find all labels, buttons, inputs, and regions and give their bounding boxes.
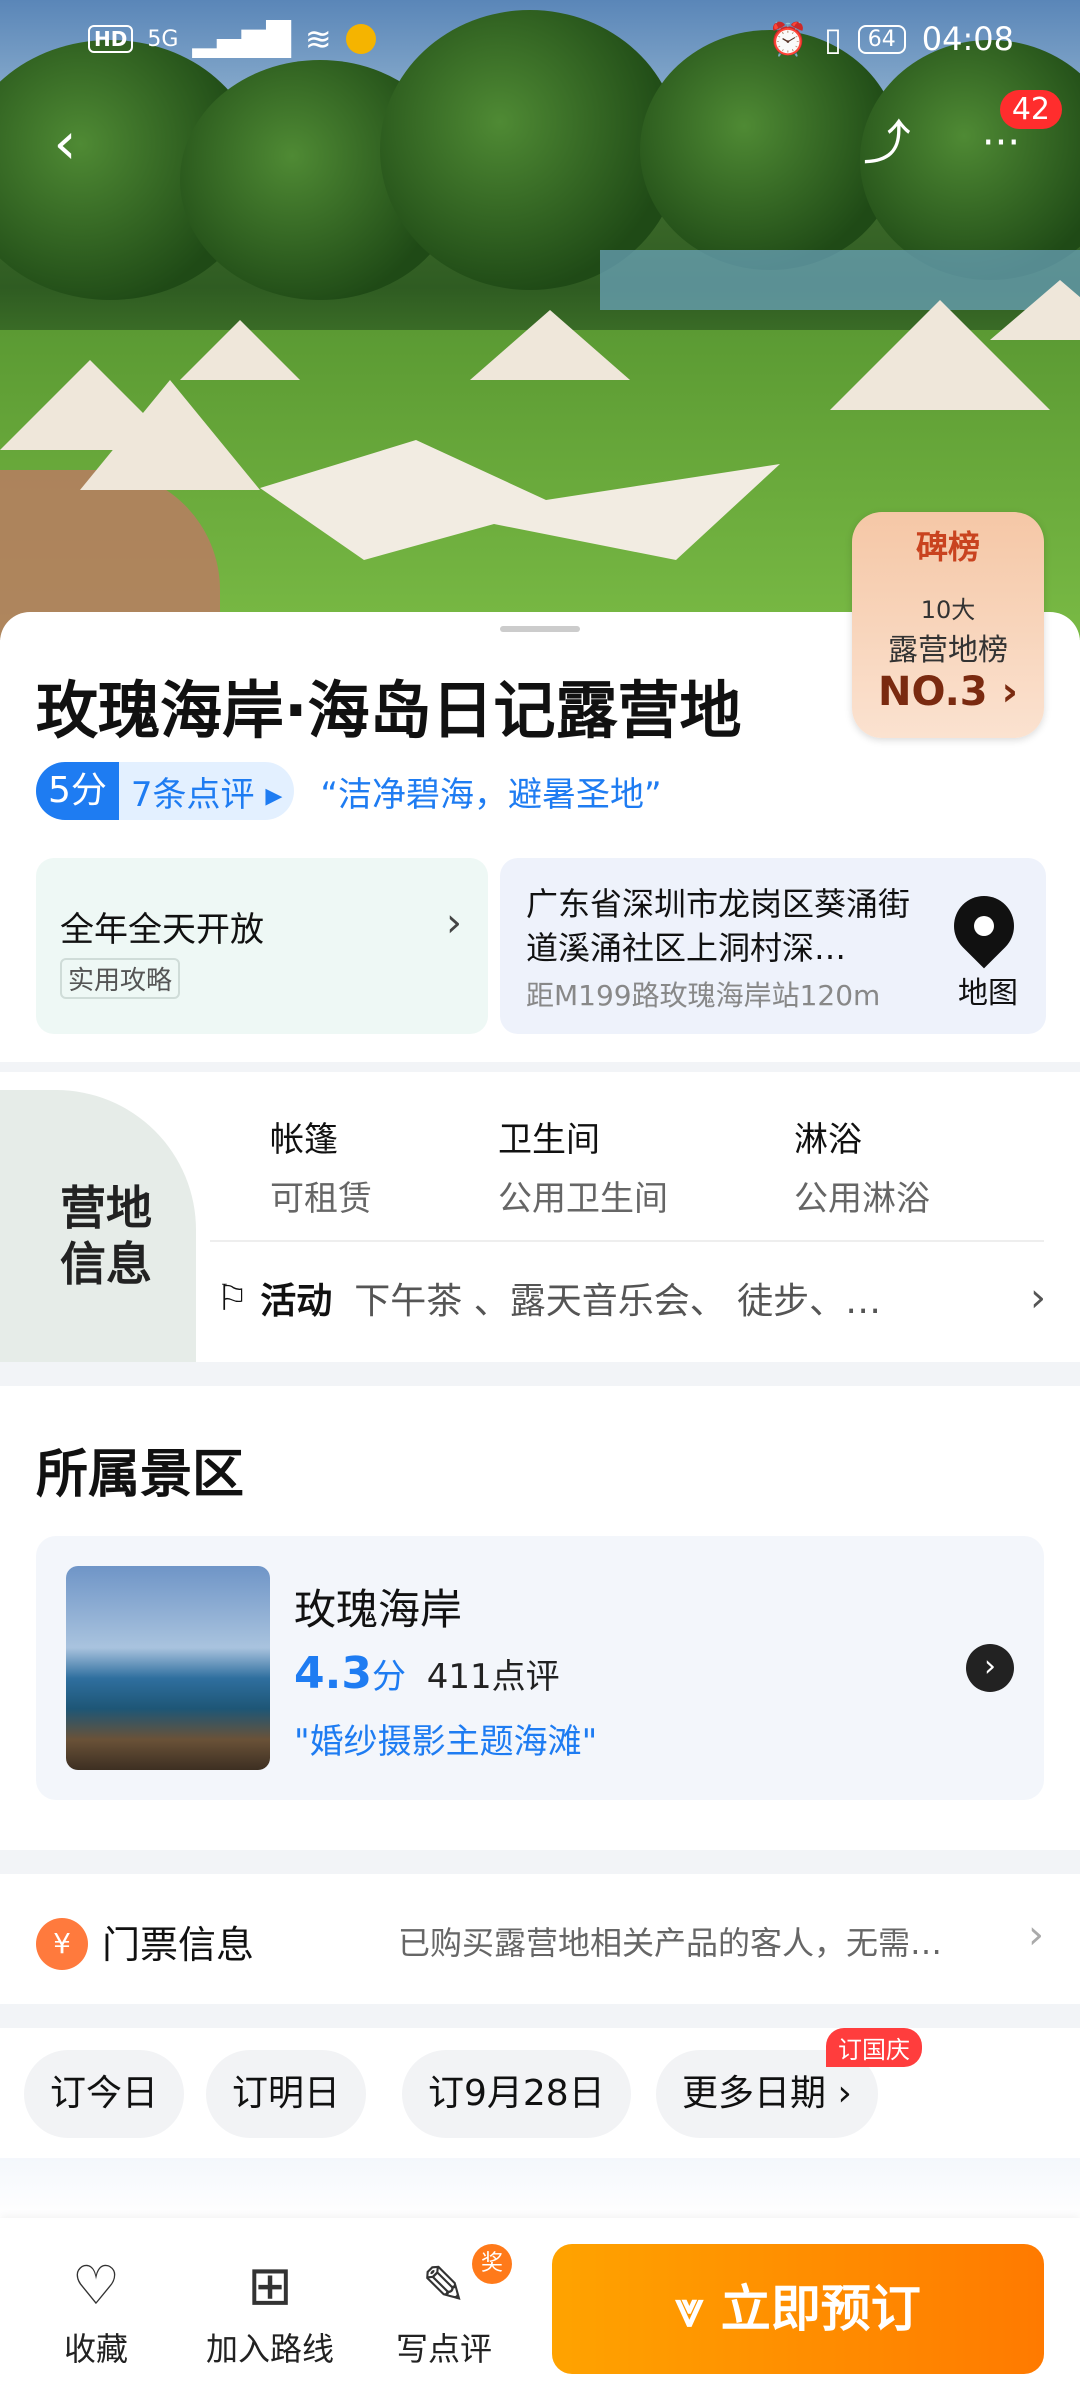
back-icon: ‹	[53, 109, 77, 177]
flag-icon: ⚐	[216, 1277, 249, 1319]
ticket-info-row[interactable]: ¥ 门票信息 已购买露营地相关产品的客人，无需… ›	[0, 1874, 1080, 2004]
photo-tent	[180, 320, 300, 380]
chevron-right-icon: ›	[1028, 1912, 1044, 1958]
content-fade	[0, 2158, 1080, 2218]
share-button[interactable]: ⤴	[852, 108, 922, 178]
heart-plus-icon: ♡	[71, 2254, 121, 2317]
bottom-action-bar: ♡ 收藏 ⊞ 加入路线 ✎ 写点评 奖 ⩔ 立即预订	[0, 2218, 1080, 2400]
rank-top: 10大	[920, 596, 976, 624]
chip-today[interactable]: 订今日	[24, 2050, 185, 2138]
favorite-button[interactable]: ♡ 收藏	[26, 2254, 166, 2370]
facility-shower: 淋浴 公用淋浴	[794, 1112, 930, 1220]
vibrate-icon: ▯	[824, 20, 842, 58]
divider	[210, 1240, 1044, 1242]
address: 广东省深圳市龙岗区葵涌街道溪涌社区上洞村深…	[526, 885, 911, 967]
facility-value: 公用卫生间	[498, 1179, 668, 1219]
camp-illustration: 营地 信息	[0, 1090, 196, 1362]
notification-badge: 42	[999, 90, 1062, 129]
calendar-plus-icon: ⊞	[247, 2254, 293, 2317]
map-label: 地图	[958, 976, 1018, 1011]
distance: 距M199路玫瑰海岸站120m	[526, 979, 881, 1012]
scenic-reviews: 411点评	[426, 1657, 560, 1697]
facility-name: 淋浴	[794, 1120, 862, 1160]
facility-tent: 帐篷 可租赁	[270, 1112, 372, 1220]
guide-tag: 实用攻略	[60, 958, 181, 999]
drag-handle[interactable]	[500, 626, 580, 632]
scenic-score-row: 4.3分 411点评	[294, 1648, 560, 1699]
alarm-icon: ⏰	[768, 20, 809, 58]
scenic-score: 4.3	[294, 1648, 372, 1699]
battery-icon: 64	[857, 24, 906, 54]
book-now-button[interactable]: ⩔ 立即预订	[552, 2244, 1044, 2374]
ticket-value: 已购买露营地相关产品的客人，无需…	[398, 1924, 943, 1962]
tagline: “洁净碧海，避暑圣地”	[320, 774, 662, 815]
signal-icon: ▂▄▆█	[192, 20, 291, 58]
scenic-section: 所属景区 玫瑰海岸 4.3分 411点评 "婚纱摄影主题海滩" ›	[0, 1386, 1080, 1850]
ticket-label: 门票信息	[102, 1923, 255, 1967]
facility-name: 帐篷	[270, 1120, 338, 1160]
chevron-right-icon: ›	[1030, 1275, 1046, 1321]
rank-brand: 碑榜	[915, 528, 980, 566]
photo-tent	[990, 280, 1080, 340]
facility-name: 卫生间	[498, 1120, 600, 1160]
date-chips: 订今日 订明日 订9月28日 更多日期 › 订国庆	[0, 2028, 1080, 2158]
review-count-link: 7条点评 ▸	[130, 774, 283, 815]
score-row: 5分 7条点评 ▸ “洁净碧海，避暑圣地”	[36, 762, 662, 820]
network-label: 5G	[147, 26, 179, 52]
score-pill[interactable]: 5分 7条点评 ▸	[36, 762, 295, 820]
scenic-score-unit: 分	[371, 1657, 406, 1697]
photo-tent	[80, 380, 260, 490]
wifi-icon: ≋	[304, 20, 332, 58]
rank-position: NO.3 ›	[877, 669, 1019, 715]
rank-list: 露营地榜	[888, 633, 1008, 668]
facility-value: 可租赁	[270, 1179, 372, 1219]
scenic-thumbnail	[66, 1566, 270, 1770]
activities-value: 下午茶 、露天音乐会、 徒步、…	[354, 1281, 882, 1322]
hd-icon: HD	[88, 25, 134, 53]
section-heading: 所属景区	[36, 1445, 245, 1505]
scenic-card[interactable]: 玫瑰海岸 4.3分 411点评 "婚纱摄影主题海滩" ›	[36, 1536, 1044, 1800]
opening-hours-card[interactable]: 全年全天开放 实用攻略 ›	[36, 858, 488, 1034]
chevron-right-icon[interactable]: ›	[966, 1644, 1014, 1692]
ticket-icon: ¥	[36, 1918, 88, 1970]
scenic-name: 玫瑰海岸	[294, 1585, 463, 1634]
chevron-right-icon: ›	[446, 900, 462, 946]
activities-label: 活动	[260, 1281, 333, 1322]
opening-hours: 全年全天开放	[60, 910, 264, 950]
write-review-label: 写点评	[395, 2330, 492, 2368]
chip-tomorrow[interactable]: 订明日	[206, 2050, 367, 2138]
activities-row[interactable]: ⚐ 活动 下午茶 、露天音乐会、 徒步、… ›	[216, 1272, 1046, 1324]
clock: 04:08	[921, 20, 1014, 58]
photo-tent	[470, 310, 630, 380]
reward-badge: 奖	[472, 2244, 512, 2284]
chip-sep-28[interactable]: 订9月28日	[402, 2050, 631, 2138]
add-route-label: 加入路线	[205, 2330, 334, 2368]
scenic-quote: "婚纱摄影主题海滩"	[294, 1722, 598, 1762]
page-title: 玫瑰海岸·海岛日记露营地	[36, 674, 742, 747]
score-value: 5分	[36, 762, 119, 820]
status-bar: HD 5G ▂▄▆█ ≋ ⏰ ▯ 64 04:08	[0, 0, 1080, 80]
facility-toilet: 卫生间 公用卫生间	[498, 1112, 668, 1220]
share-icon: ⤴	[862, 115, 911, 171]
facility-value: 公用淋浴	[794, 1179, 930, 1219]
camp-info-section: 营地 信息 帐篷 可租赁 卫生间 公用卫生间 淋浴 公用淋浴 ⚐ 活动 下午茶 、…	[0, 1072, 1080, 1362]
camp-info-label: 营地 信息	[60, 1181, 152, 1291]
national-day-badge: 订国庆	[826, 2028, 922, 2067]
add-route-button[interactable]: ⊞ 加入路线	[200, 2254, 340, 2370]
favorite-label: 收藏	[63, 2330, 128, 2368]
map-pin-icon	[941, 883, 1027, 969]
back-button[interactable]: ‹	[30, 108, 100, 178]
rank-card[interactable]: 碑榜 10大 露营地榜 NO.3 ›	[852, 512, 1044, 738]
weibo-icon	[345, 24, 376, 54]
address-card[interactable]: 广东省深圳市龙岗区葵涌街道溪涌社区上洞村深… 距M199路玫瑰海岸站120m 地…	[500, 858, 1046, 1034]
